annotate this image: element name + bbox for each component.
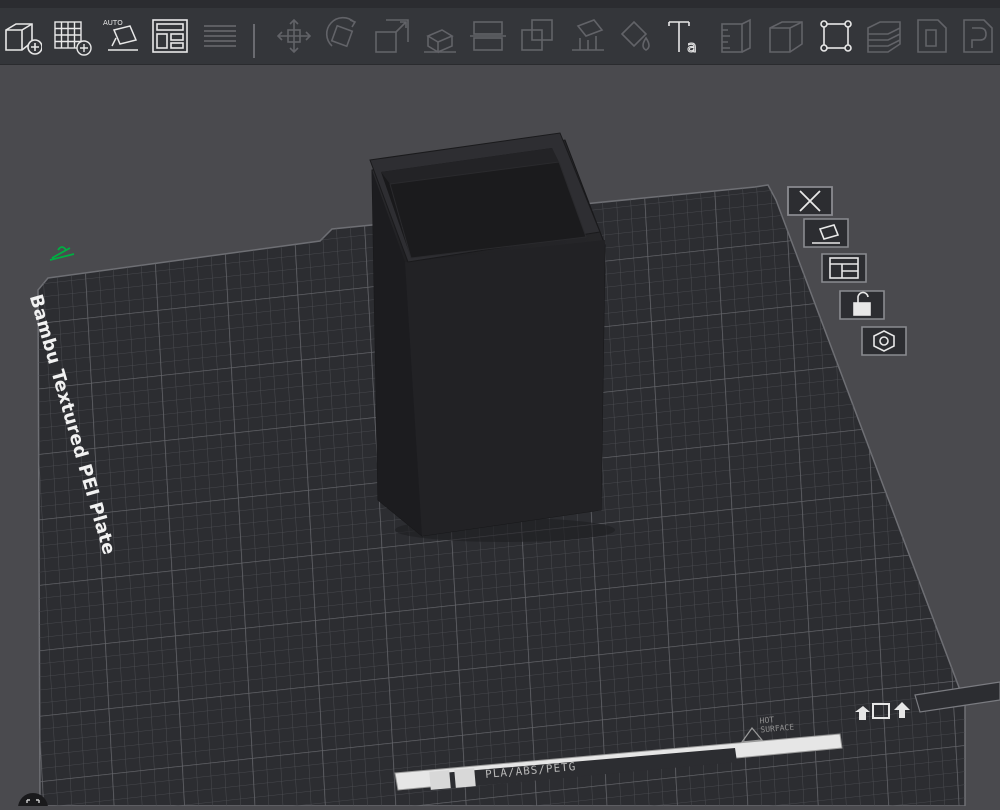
scale-icon[interactable] <box>372 16 412 56</box>
boolean-icon[interactable] <box>518 16 558 56</box>
rotate-icon[interactable] <box>324 16 364 56</box>
move-icon[interactable] <box>274 16 314 56</box>
add-plate-icon[interactable] <box>52 16 92 56</box>
cut-icon[interactable] <box>468 16 508 56</box>
slice-icon[interactable] <box>864 16 904 56</box>
main-toolbar: AUTO a <box>0 8 1000 65</box>
window-top-strip <box>0 0 1000 8</box>
container-object <box>369 132 615 542</box>
build-plate-scene <box>37 132 1000 806</box>
layers-icon[interactable] <box>200 16 240 56</box>
toolbar-separator <box>253 24 255 58</box>
3d-viewport[interactable]: Bambu Textured PEI Plate PLA/ABS/PETG HO… <box>0 65 1000 810</box>
plate-settings-button[interactable] <box>858 323 910 359</box>
auto-orient-icon[interactable]: AUTO <box>102 16 142 56</box>
hot-surface-warning: HOT SURFACE <box>759 715 795 735</box>
svg-text:AUTO: AUTO <box>103 19 123 27</box>
plate-arrange-button[interactable] <box>818 250 870 286</box>
plate-lock-button[interactable] <box>836 287 888 323</box>
add-object-icon[interactable] <box>2 16 42 56</box>
variable-layer-icon[interactable] <box>816 16 856 56</box>
arrange-icon[interactable] <box>150 16 190 56</box>
print-icon[interactable] <box>914 16 954 56</box>
measure-icon[interactable] <box>716 16 756 56</box>
plate-close-button[interactable] <box>784 183 836 219</box>
fit-view-icon[interactable] <box>18 790 48 810</box>
plate-auto-orient-button[interactable] <box>800 215 852 251</box>
lay-on-face-icon[interactable] <box>420 16 460 56</box>
support-paint-icon[interactable] <box>568 16 608 56</box>
assembly-icon[interactable] <box>766 16 806 56</box>
publish-icon[interactable] <box>960 16 1000 56</box>
text-icon[interactable]: a <box>666 16 706 56</box>
seam-paint-icon[interactable] <box>616 16 656 56</box>
svg-text:a: a <box>687 37 697 56</box>
